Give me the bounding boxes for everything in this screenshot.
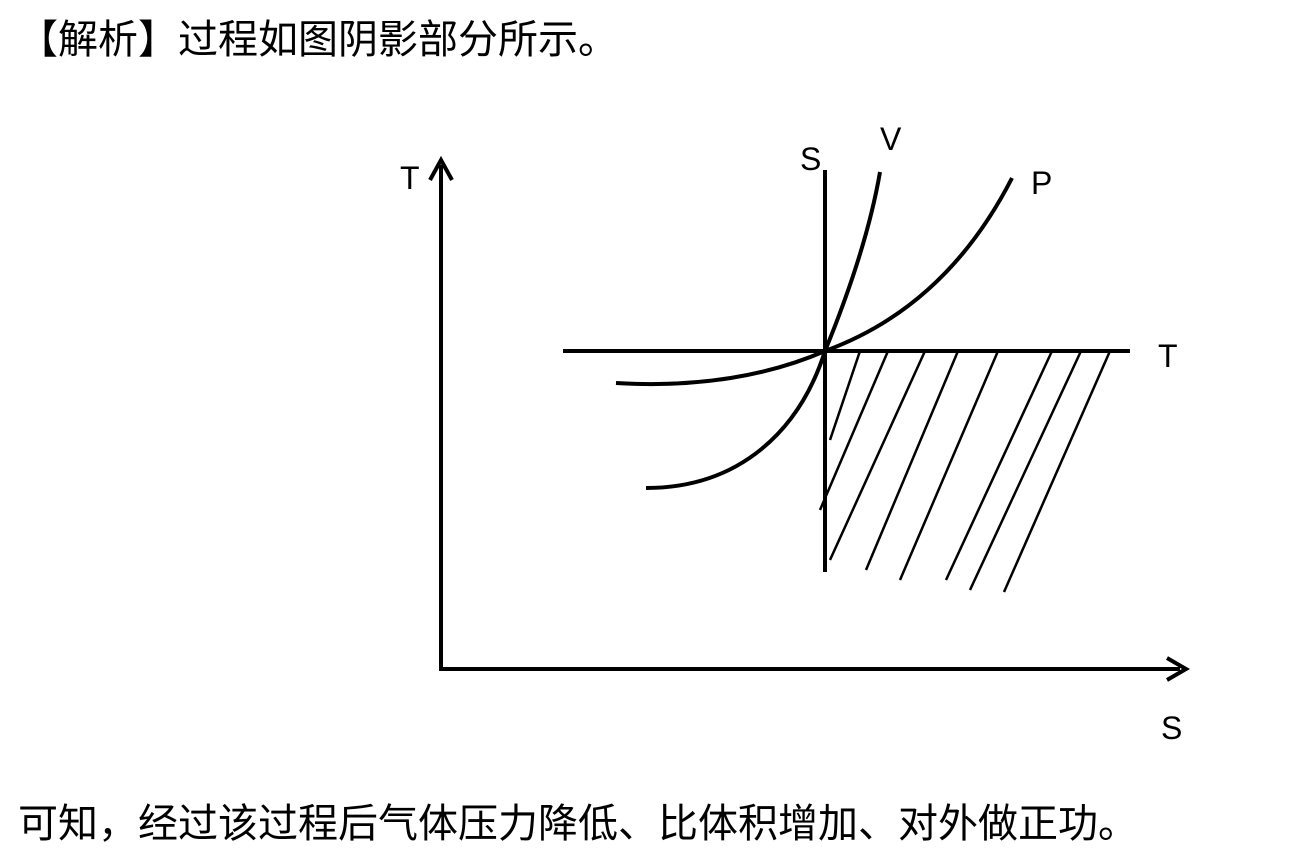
isochore-curve — [645, 171, 882, 490]
isobar-label: P — [1031, 165, 1052, 201]
hatch-line — [968, 350, 1083, 591]
isochore-label: V — [880, 121, 902, 157]
isentrope-label: S — [800, 141, 821, 177]
s-axis-label: S — [1161, 710, 1182, 746]
ts-diagram: T S S V P T — [400, 121, 1190, 746]
conclusion-text: 可知，经过该过程后气体压力降低、比体积增加、对外做正功。 — [18, 801, 1138, 847]
isotherm-label: T — [1158, 338, 1178, 374]
shaded-region — [818, 350, 1112, 593]
hatch-line — [898, 350, 1000, 581]
isobar-curve — [615, 177, 1014, 387]
hatch-line — [944, 350, 1054, 581]
hatch-line — [1002, 350, 1112, 593]
t-axis-label: T — [400, 160, 420, 196]
hatch-line — [818, 350, 890, 511]
hatch-line — [864, 350, 960, 571]
